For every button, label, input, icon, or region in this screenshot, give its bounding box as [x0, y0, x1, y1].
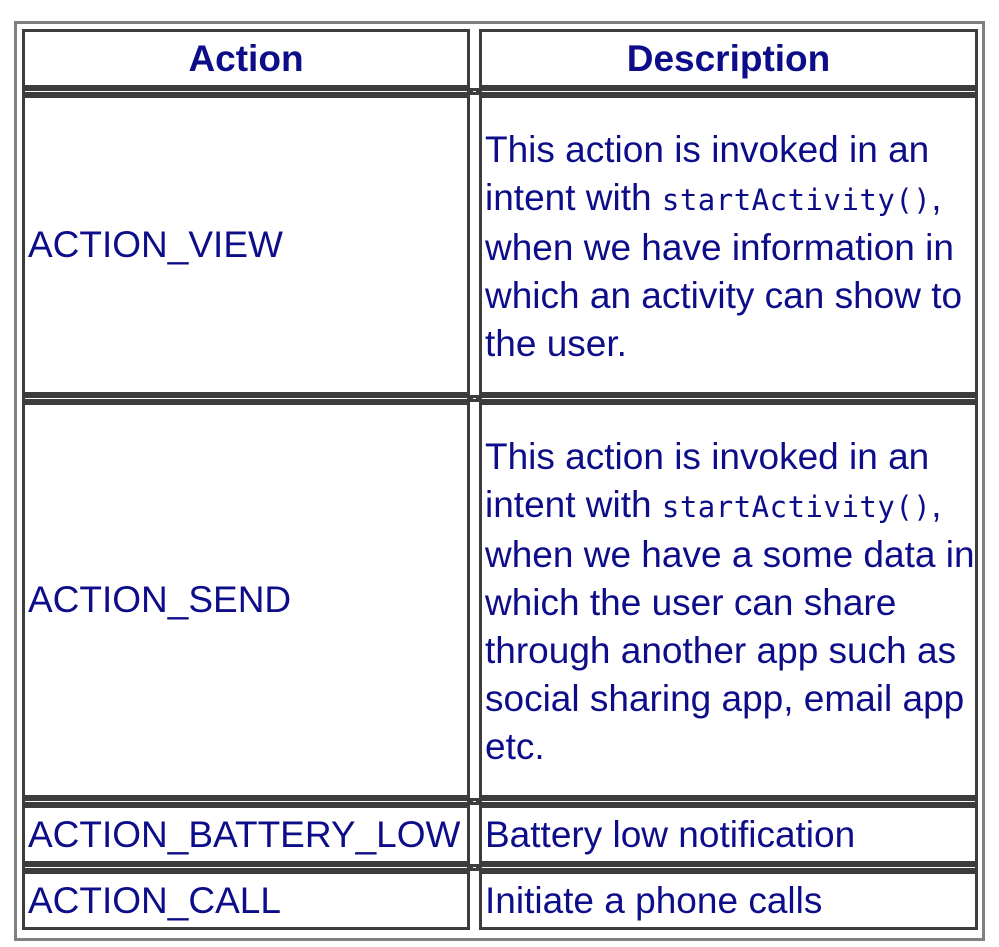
action-cell: ACTION_BATTERY_LOW: [22, 805, 470, 864]
code-snippet: startActivity(): [661, 490, 932, 524]
header-description: Description: [479, 29, 978, 88]
header-action: Action: [22, 29, 470, 88]
table-row: ACTION_SEND This action is invoked in an…: [22, 402, 978, 798]
action-cell: ACTION_CALL: [22, 871, 470, 930]
table-row: ACTION_VIEW This action is invoked in an…: [22, 95, 978, 395]
description-text: Initiate a phone calls: [485, 879, 823, 921]
code-snippet: startActivity(): [661, 183, 932, 217]
table-row: ACTION_BATTERY_LOW Battery low notificat…: [22, 805, 978, 864]
table-row: ACTION_CALL Initiate a phone calls: [22, 871, 978, 930]
description-text: Battery low notification: [485, 813, 856, 855]
action-cell: ACTION_SEND: [22, 402, 470, 798]
description-cell: This action is invoked in an intent with…: [479, 402, 978, 798]
description-cell: This action is invoked in an intent with…: [479, 95, 978, 395]
intent-actions-table: Action Description ACTION_VIEW This acti…: [22, 29, 978, 930]
intent-actions-table-frame: Action Description ACTION_VIEW This acti…: [14, 21, 985, 941]
header-row: Action Description: [22, 29, 978, 88]
description-cell: Initiate a phone calls: [479, 871, 978, 930]
description-text-cont: , when we have a some data in which the …: [485, 484, 975, 767]
action-cell: ACTION_VIEW: [22, 95, 470, 395]
description-cell: Battery low notification: [479, 805, 978, 864]
